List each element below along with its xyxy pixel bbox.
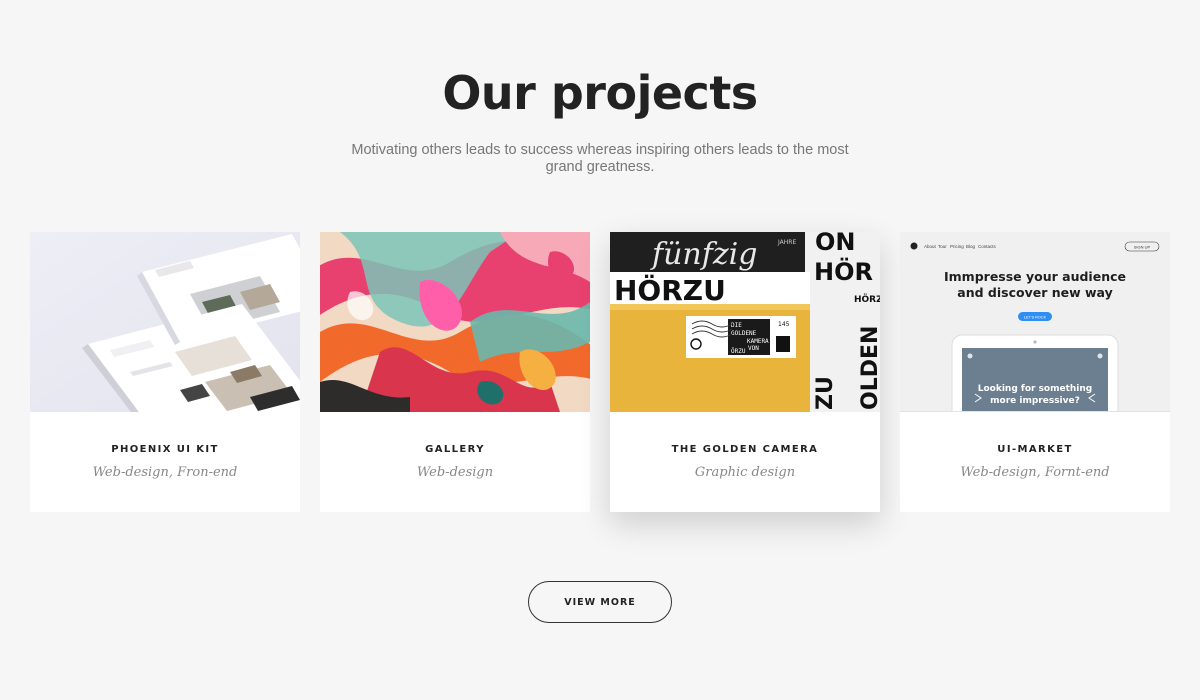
- stamp-text-2: GOLDENE: [731, 330, 757, 337]
- mock-cta: LET'S ROCK: [1024, 316, 1047, 320]
- project-category: Web-design, Fornt-end: [960, 465, 1110, 480]
- project-category: Web-design: [416, 465, 494, 480]
- project-image-abstract-paint[interactable]: [320, 232, 590, 412]
- project-card-gallery[interactable]: GALLERY Web-design: [320, 232, 590, 512]
- section-title: Our projects: [442, 66, 758, 120]
- stamp-text-4: VON: [748, 345, 759, 352]
- poster-script-word: fünfzig: [650, 237, 757, 272]
- stamp-text-3: KAMERA: [747, 338, 769, 345]
- poster-brand-small: HÖRZU: [854, 294, 880, 305]
- mock-nav-about: About: [924, 244, 937, 249]
- mock-headline-2: and discover new way: [957, 285, 1112, 300]
- project-title[interactable]: THE GOLDEN CAMERA: [610, 444, 880, 455]
- stamp-text-1: DIE: [731, 322, 742, 329]
- project-title[interactable]: GALLERY: [320, 444, 590, 455]
- mock-nav-blog: Blog: [966, 244, 976, 249]
- project-category: Web-design, Fron-end: [92, 465, 238, 480]
- mock-headline-1: Immpresse your audience: [944, 269, 1126, 284]
- projects-grid: PHOENIX UI KIT Web-design, Fron-end GALL…: [30, 232, 1170, 512]
- poster-brand: HÖRZU: [614, 273, 726, 307]
- project-card-phoenix-ui-kit[interactable]: PHOENIX UI KIT Web-design, Fron-end: [30, 232, 300, 512]
- mock-tablet-text-2: more impressive?: [990, 396, 1080, 406]
- poster-script-small: JAHRE: [777, 239, 796, 246]
- project-title[interactable]: UI-MARKET: [900, 444, 1170, 455]
- project-image-golden-envelope[interactable]: fünfzig JAHRE HÖRZU ON HÖR HÖRZU ZU OLDE…: [610, 232, 880, 412]
- poster-big-letters-1: ON: [815, 232, 856, 256]
- project-card-body: GALLERY Web-design: [320, 412, 590, 512]
- poster-big-letters-2: HÖR: [814, 256, 873, 286]
- project-card-ui-market[interactable]: About Tour Pricing Blog Contacts SIGN UP…: [900, 232, 1170, 512]
- view-more-button[interactable]: VIEW MORE: [528, 581, 672, 623]
- poster-vertical-1: ZU: [813, 376, 838, 410]
- mock-logo-icon: [910, 242, 918, 250]
- project-image-landing-page[interactable]: About Tour Pricing Blog Contacts SIGN UP…: [900, 232, 1170, 412]
- stamp-text-5: ÖRZU: [731, 348, 746, 355]
- project-card-body: UI-MARKET Web-design, Fornt-end: [900, 412, 1170, 512]
- project-card-body: THE GOLDEN CAMERA Graphic design: [610, 412, 880, 512]
- mock-nav-tour: Tour: [938, 244, 947, 249]
- mock-nav-pricing: Pricing: [950, 244, 964, 249]
- project-card-the-golden-camera[interactable]: fünfzig JAHRE HÖRZU ON HÖR HÖRZU ZU OLDE…: [610, 232, 880, 512]
- project-card-body: PHOENIX UI KIT Web-design, Fron-end: [30, 412, 300, 512]
- stamp-value: 145: [778, 321, 790, 328]
- section-subtitle: Motivating others leads to success where…: [351, 142, 849, 175]
- project-image-ui-kit-mockup[interactable]: [30, 232, 300, 412]
- mock-tablet-text-1: Looking for something: [978, 384, 1093, 394]
- project-title[interactable]: PHOENIX UI KIT: [30, 444, 300, 455]
- mock-nav-contacts: Contacts: [978, 244, 997, 249]
- project-category: Graphic design: [694, 465, 796, 480]
- mock-signup: SIGN UP: [1134, 245, 1151, 250]
- poster-vertical-2: OLDEN: [858, 326, 880, 410]
